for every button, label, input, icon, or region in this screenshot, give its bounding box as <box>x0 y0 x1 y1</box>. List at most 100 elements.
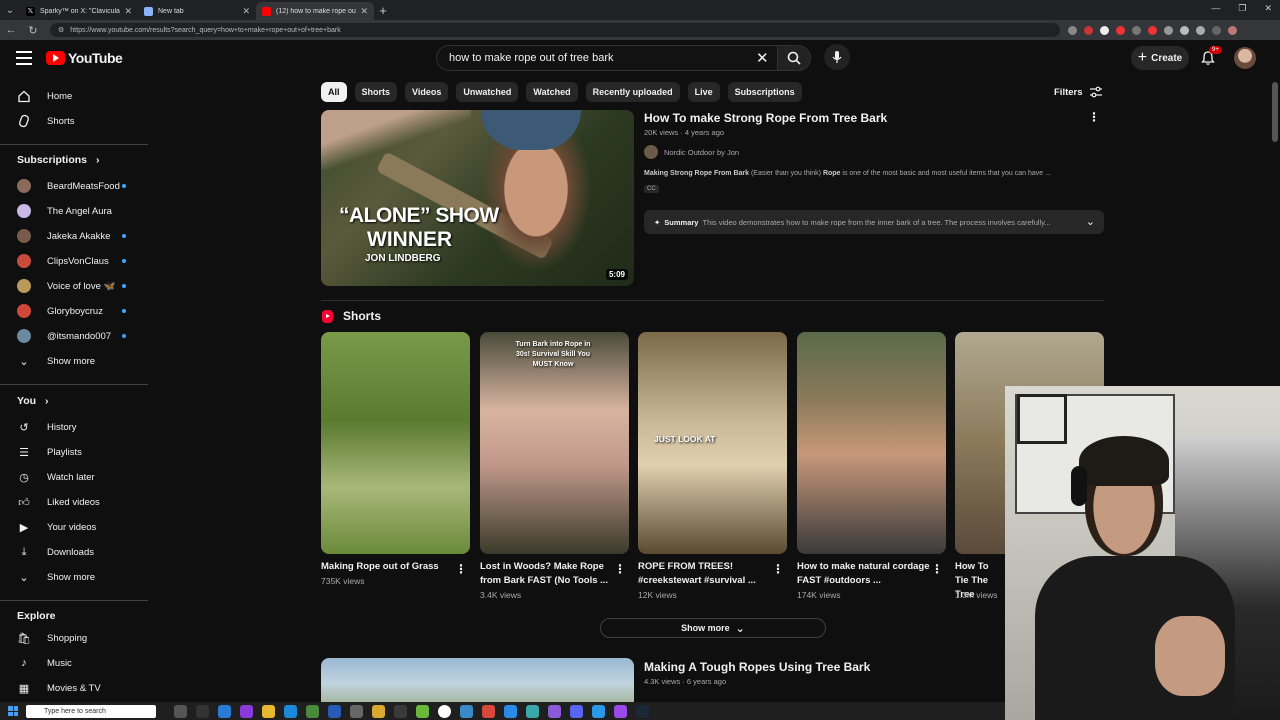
chip-live[interactable]: Live <box>687 82 720 102</box>
video-title[interactable]: Making A Tough Ropes Using Tree Bark <box>644 660 870 674</box>
video-thumbnail[interactable] <box>321 658 634 708</box>
video-thumbnail[interactable]: “ALONE” SHOW WINNER JON LINDBERG 5:09 <box>321 110 634 286</box>
app-icon[interactable] <box>394 704 407 718</box>
app-icon[interactable] <box>592 704 605 718</box>
app-icon[interactable] <box>240 704 253 718</box>
more-actions-icon[interactable]: ⋮ <box>1088 110 1100 124</box>
url-field[interactable]: ⚙ https://www.youtube.com/results?search… <box>50 23 1060 37</box>
short-title[interactable]: ROPE FROM TREES! #creekstewart #survival… <box>638 560 778 588</box>
extension-icon[interactable] <box>1100 25 1109 35</box>
sidebar-item-playlists[interactable]: ☰ Playlists <box>0 440 150 464</box>
app-icon[interactable] <box>328 704 341 718</box>
app-icon[interactable] <box>350 704 363 718</box>
new-tab-button[interactable]: + <box>374 3 392 18</box>
extension-icon[interactable] <box>1068 25 1077 35</box>
sidebar-item-subscription[interactable]: @itsmando007 <box>0 324 150 348</box>
browser-tab-active[interactable]: (12) how to make rope out of... ✕ <box>256 2 374 20</box>
app-icon[interactable] <box>504 704 517 718</box>
tab-close-icon[interactable]: ✕ <box>242 6 250 17</box>
sidebar-item-subscription[interactable]: BeardMeatsFood <box>0 174 150 198</box>
steam-icon[interactable] <box>636 704 649 718</box>
sidebar-item-history[interactable]: ↺ History <box>0 415 150 439</box>
you-show-more[interactable]: ⌄ Show more <box>0 565 150 589</box>
clear-search-icon[interactable]: ✕ <box>756 49 769 67</box>
profile-icon[interactable] <box>1228 25 1237 35</box>
app-icon[interactable] <box>526 704 539 718</box>
extension-icon[interactable] <box>1084 25 1093 35</box>
taskbar-search-input[interactable]: Type here to search <box>26 704 156 718</box>
restore-icon[interactable]: ❐ <box>1238 3 1246 14</box>
youtube-logo[interactable]: YouTube <box>46 50 123 66</box>
extension-icon[interactable] <box>1132 25 1141 35</box>
extension-icon[interactable] <box>1180 25 1189 35</box>
sidebar-item-movies[interactable]: ▦ Movies & TV <box>0 676 150 700</box>
sidebar-item-home[interactable]: Home <box>0 84 150 108</box>
extension-icon[interactable] <box>1116 25 1125 35</box>
reload-icon[interactable]: ↻ <box>22 24 44 37</box>
windows-start-icon[interactable] <box>8 706 18 716</box>
app-icon[interactable] <box>548 704 561 718</box>
task-view-icon[interactable] <box>174 704 187 718</box>
discord-icon[interactable] <box>570 704 583 718</box>
chip-unwatched[interactable]: Unwatched <box>456 82 519 102</box>
app-icon[interactable] <box>416 704 429 718</box>
back-icon[interactable]: ← <box>0 24 22 36</box>
account-avatar[interactable] <box>1234 47 1256 69</box>
chip-recently-uploaded[interactable]: Recently uploaded <box>585 82 680 102</box>
chrome-icon[interactable] <box>438 704 451 718</box>
sidebar-item-music[interactable]: ♪ Music <box>0 651 150 675</box>
menu-icon[interactable] <box>16 51 32 65</box>
browser-tab[interactable]: 𝕏 Sparky™ on X: "Clavicular just ca... ✕ <box>20 2 138 20</box>
short-title[interactable]: Making Rope out of Grass <box>321 560 461 574</box>
chip-all[interactable]: All <box>321 82 347 102</box>
extension-icon[interactable] <box>1212 25 1221 35</box>
extension-icon[interactable] <box>1148 25 1157 35</box>
short-title[interactable]: How to make natural cordage FAST #outdoo… <box>797 560 937 588</box>
app-icon[interactable] <box>482 704 495 718</box>
you-heading[interactable]: You › <box>17 395 48 407</box>
video-title[interactable]: How To make Strong Rope From Tree Bark <box>644 111 887 125</box>
app-icon[interactable] <box>306 704 319 718</box>
close-window-icon[interactable]: ✕ <box>1264 3 1272 14</box>
app-icon[interactable] <box>284 704 297 718</box>
more-actions-icon[interactable]: ⋮ <box>772 562 784 576</box>
app-icon[interactable] <box>372 704 385 718</box>
app-icon[interactable] <box>218 704 231 718</box>
voice-search-button[interactable] <box>824 44 850 70</box>
tab-close-icon[interactable]: ✕ <box>360 6 368 17</box>
shorts-show-more-button[interactable]: Show more ⌄ <box>600 618 826 638</box>
app-icon[interactable] <box>614 704 627 718</box>
more-actions-icon[interactable]: ⋮ <box>455 562 467 576</box>
sidebar-item-shopping[interactable]: 🛍︎ Shopping <box>0 626 150 650</box>
sidebar-item-liked-videos[interactable]: 👍︎ Liked videos <box>0 490 150 514</box>
sidebar-item-shorts[interactable]: Shorts <box>0 109 150 133</box>
sidebar-item-subscription[interactable]: Gloryboycruz <box>0 299 150 323</box>
site-info-icon[interactable]: ⚙ <box>58 26 64 34</box>
chip-subscriptions[interactable]: Subscriptions <box>727 82 802 102</box>
tab-search-icon[interactable]: ⌄ <box>0 0 20 20</box>
create-button[interactable]: + Create <box>1131 46 1189 70</box>
more-actions-icon[interactable]: ⋮ <box>614 562 626 576</box>
app-icon[interactable] <box>196 704 209 718</box>
sidebar-item-subscription[interactable]: The Angel Aura <box>0 199 150 223</box>
short-thumbnail[interactable]: JUST LOOK AT <box>638 332 787 554</box>
subscriptions-show-more[interactable]: ⌄ Show more <box>0 349 150 373</box>
app-icon[interactable] <box>460 704 473 718</box>
search-button[interactable] <box>777 45 811 71</box>
short-thumbnail[interactable] <box>321 332 470 554</box>
chip-watched[interactable]: Watched <box>526 82 578 102</box>
ai-summary-panel[interactable]: ✦ Summary This video demonstrates how to… <box>644 210 1104 234</box>
chevron-down-icon[interactable]: ⌄ <box>1086 215 1095 228</box>
sidebar-item-watch-later[interactable]: ◷ Watch later <box>0 465 150 489</box>
more-actions-icon[interactable]: ⋮ <box>931 562 943 576</box>
page-scrollbar[interactable] <box>1272 82 1278 142</box>
subscriptions-heading[interactable]: Subscriptions › <box>17 154 99 166</box>
file-explorer-icon[interactable] <box>262 704 275 718</box>
short-title[interactable]: Lost in Woods? Make Rope from Bark FAST … <box>480 560 620 588</box>
tab-close-icon[interactable]: ✕ <box>124 6 132 17</box>
sidebar-item-subscription[interactable]: Voice of love 🦋 <box>0 274 150 298</box>
short-thumbnail[interactable]: Turn Bark into Rope in 30s! Survival Ski… <box>480 332 629 554</box>
video-channel[interactable]: Nordic Outdoor by Jon <box>644 145 739 159</box>
extension-icon[interactable] <box>1196 25 1205 35</box>
minimize-icon[interactable]: — <box>1211 3 1220 14</box>
